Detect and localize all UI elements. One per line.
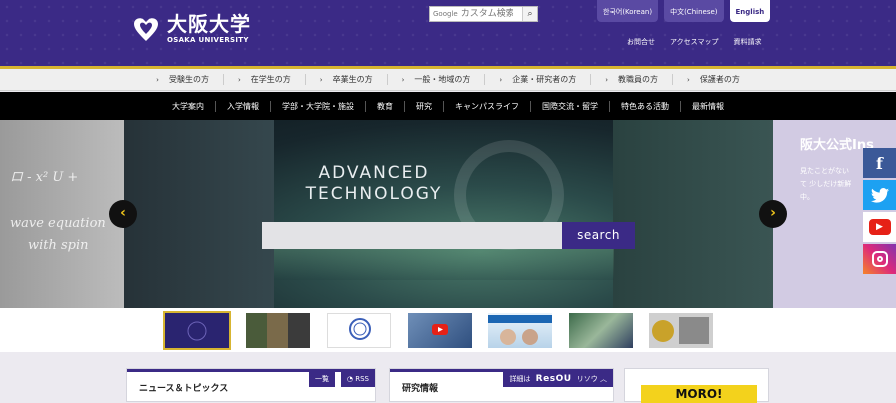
audience-item-public[interactable]: › 一般・地域の方 [386,74,485,85]
google-label: Google [433,10,458,18]
twitter-icon[interactable] [863,180,896,210]
arrow-right-icon[interactable]: › [759,200,787,228]
hero-search: search [262,222,635,249]
chevron-right-icon: › [401,76,405,84]
hero-left-text-1: ロ - x² U + [10,170,79,185]
chevron-right-icon: › [156,76,159,84]
site-header: 大阪大学 OSAKA UNIVERSITY Google ⌕ 한국어(Korea… [0,0,896,66]
site-search-input[interactable] [460,8,513,20]
thumbnail-6[interactable] [569,313,633,348]
hero-headline: ADVANCED TECHNOLOGY [305,163,443,204]
resou-logo: ResOU [535,374,572,384]
contact-link[interactable]: お問合せ [627,37,655,47]
chevron-up-icon: ︿ [600,375,607,383]
hero-left-text-3: with spin [28,238,89,253]
search-icon[interactable]: ⌕ [522,7,537,21]
hero-search-button[interactable]: search [562,222,635,249]
audience-item-parents[interactable]: › 保護者の方 [672,74,754,85]
research-title: 研究情報 [402,384,439,394]
audience-item-companies[interactable]: › 企業・研究者の方 [484,74,590,85]
language-switcher: 한국어(Korean) 中文(Chinese) English [597,0,776,22]
main-nav: 大学案内 入学情報 学部・大学院・施設 教育 研究 キャンパスライフ 国際交流・… [0,92,896,120]
nav-item-education[interactable]: 教育 [365,100,404,112]
thumbnail-2[interactable] [246,313,310,348]
site-search: Google ⌕ [429,6,538,22]
thumbnail-7[interactable] [649,313,713,348]
lang-english-button[interactable]: English [729,0,771,22]
audience-item-staff[interactable]: › 教職員の方 [590,74,672,85]
news-title: ニュース＆トピックス [139,384,229,394]
news-panel: ニュース＆トピックス 一覧 ◔ RSS [126,368,376,402]
access-map-link[interactable]: アクセスマップ [670,37,718,47]
audience-item-alumni[interactable]: › 卒業生の方 [304,74,387,85]
chevron-right-icon: › [237,76,241,84]
audience-item-students[interactable]: › 在学生の方 [222,74,305,85]
thumbnail-5[interactable] [488,313,552,348]
thumbnail-4[interactable] [408,313,472,348]
audience-nav: › 受験生の方 › 在学生の方 › 卒業生の方 › 一般・地域の方 › 企業・研究者の方 … [0,69,896,91]
hero-slide-current[interactable]: ADVANCED TECHNOLOGY [124,120,773,308]
hero-image-right [613,120,773,308]
nav-item-faculties[interactable]: 学部・大学院・施設 [270,100,365,112]
facebook-icon[interactable]: f [863,148,896,178]
hero-left-text-2: wave equation [10,216,106,231]
logo-text-ja: 大阪大学 [167,12,251,36]
logo-mark-icon [134,18,158,41]
hero-slide-prev[interactable]: ロ - x² U + wave equation with spin [0,120,124,308]
logo-text-en: OSAKA UNIVERSITY [167,36,249,44]
request-materials-link[interactable]: 資料請求 [733,37,761,47]
utility-links: お問合せ アクセスマップ 資料請求 [627,37,776,47]
nav-item-activities[interactable]: 特色ある活動 [609,100,680,112]
instagram-icon[interactable] [863,244,896,274]
hero-right-body: 見たことがない て 少しだけ新鮮 中。 [800,167,852,201]
lang-chinese-button[interactable]: 中文(Chinese) [664,0,724,22]
news-list-button[interactable]: 一覧 [309,372,335,387]
hero-image-left [124,120,274,308]
social-links: f ▶ [863,148,896,276]
research-panel: 研究情報 詳細は ResOU リソウ ︿ [389,368,614,402]
hero-search-input[interactable] [262,222,562,249]
youtube-icon[interactable]: ▶ [863,212,896,242]
nav-item-about[interactable]: 大学案内 [161,101,215,112]
twitter-bird-icon [870,187,889,203]
chevron-right-icon: › [687,76,690,84]
moro-banner[interactable]: MORO! [624,368,769,403]
audience-item-applicants[interactable]: › 受験生の方 [142,74,223,85]
news-rss-button[interactable]: ◔ RSS [340,372,375,387]
nav-item-international[interactable]: 国際交流・留学 [530,100,609,112]
nav-item-research[interactable]: 研究 [404,100,443,112]
moro-text: MORO! [641,385,757,403]
arrow-left-icon[interactable]: ‹ [109,200,137,228]
university-logo[interactable]: 大阪大学 OSAKA UNIVERSITY [131,14,251,44]
hero-carousel: ロ - x² U + wave equation with spin ADVAN… [0,120,896,308]
resou-link[interactable]: 詳細は ResOU リソウ ︿ [503,372,613,387]
chevron-right-icon: › [499,76,503,84]
rss-icon: ◔ [346,375,356,383]
chevron-right-icon: › [319,76,323,84]
lang-korean-button[interactable]: 한국어(Korean) [597,0,659,22]
thumbnail-1[interactable] [163,311,231,350]
nav-item-admissions[interactable]: 入学情報 [215,100,270,112]
chevron-right-icon: › [605,76,609,84]
nav-item-news[interactable]: 最新情報 [680,100,735,112]
nav-item-campus-life[interactable]: キャンパスライフ [443,100,530,112]
thumbnail-3[interactable] [327,313,391,348]
